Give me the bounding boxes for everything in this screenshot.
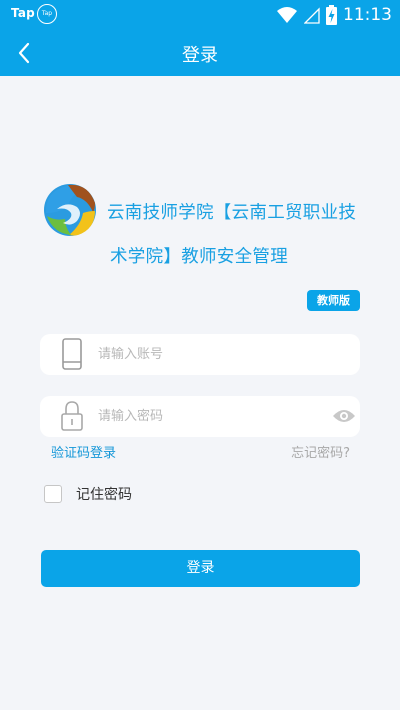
forgot-password-link[interactable]: 忘记密码? xyxy=(291,442,350,461)
wifi-icon xyxy=(277,6,297,23)
eye-icon[interactable] xyxy=(332,407,356,425)
status-icons: 11:13 xyxy=(276,2,392,27)
app-notification-icon: Tap xyxy=(37,4,57,24)
clock: 11:13 xyxy=(343,4,392,25)
top-bar: 登录 xyxy=(0,29,400,76)
school-name-line1: 云南技师学院【云南工贸职业技 xyxy=(107,203,357,223)
phone-icon xyxy=(62,338,82,370)
password-field[interactable] xyxy=(40,396,360,437)
sms-login-link[interactable]: 验证码登录 xyxy=(51,442,116,461)
page-title: 登录 xyxy=(182,45,218,66)
school-name: 云南技师学院【云南工贸职业技 术学院】教师安全管理 xyxy=(107,191,372,279)
remember-checkbox[interactable] xyxy=(44,485,62,503)
signal-icon xyxy=(304,6,320,24)
remember-password-toggle[interactable]: 记住密码 xyxy=(44,483,132,505)
account-input[interactable] xyxy=(98,334,318,375)
account-field[interactable] xyxy=(40,334,360,375)
login-button[interactable]: 登录 xyxy=(41,550,360,587)
remember-label: 记住密码 xyxy=(76,487,132,503)
teacher-edition-badge: 教师版 xyxy=(307,290,360,311)
battery-charging-icon xyxy=(326,4,337,25)
school-logo xyxy=(44,184,96,236)
status-bar: Tap Tap 11:13 xyxy=(0,0,400,29)
carrier-label: Tap xyxy=(11,6,35,20)
lock-icon xyxy=(61,401,83,431)
password-input[interactable] xyxy=(98,396,318,437)
school-name-line2: 术学院】教师安全管理 xyxy=(110,247,288,267)
